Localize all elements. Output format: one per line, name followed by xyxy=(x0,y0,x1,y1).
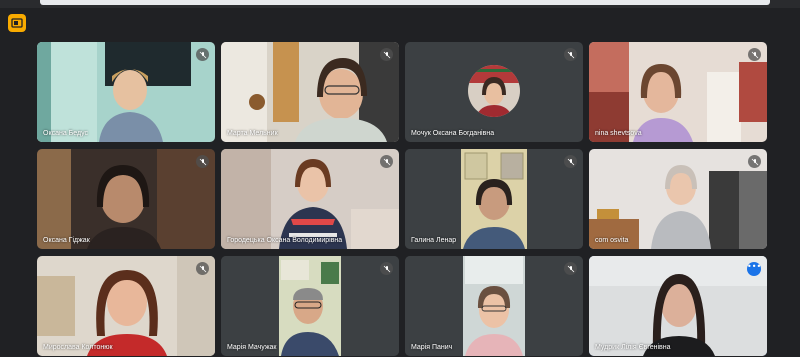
participant-video xyxy=(37,149,215,249)
participant-video xyxy=(405,256,583,356)
mic-off-icon xyxy=(196,155,209,168)
more-options-icon[interactable]: ••• xyxy=(747,262,761,276)
participant-name: Марта Мельник xyxy=(227,130,278,137)
mic-off-icon xyxy=(380,262,393,275)
participant-video xyxy=(37,256,215,356)
mic-off-icon xyxy=(564,155,577,168)
participant-tile-active[interactable]: ••• Мудрик Лілія Євгенівна xyxy=(589,256,767,356)
participant-name: com osvita xyxy=(595,237,629,244)
avatar xyxy=(468,65,520,117)
participant-tile[interactable]: nina shevtsova xyxy=(589,42,767,142)
participant-grid: Оксана Бедус Марта Мельник Мочук Оксана … xyxy=(37,42,767,356)
participant-video xyxy=(589,42,767,142)
participant-tile[interactable]: Марія Панич xyxy=(405,256,583,356)
mic-off-icon xyxy=(564,48,577,61)
mic-off-icon xyxy=(196,48,209,61)
participant-name: Оксана Бедус xyxy=(43,130,89,137)
participant-name: Городецька Оксана Володимирівна xyxy=(227,237,343,244)
participant-tile[interactable]: Галина Ленар xyxy=(405,149,583,249)
participant-tile[interactable]: Городецька Оксана Володимирівна xyxy=(221,149,399,249)
participant-video xyxy=(221,256,399,356)
participant-video xyxy=(589,149,767,249)
mic-off-icon xyxy=(380,155,393,168)
participant-video xyxy=(405,149,583,249)
participant-tile[interactable]: Мирослава Колтонюк xyxy=(37,256,215,356)
mic-off-icon xyxy=(748,48,761,61)
participant-name: Мочук Оксана Богданівна xyxy=(411,130,495,137)
participant-name: Оксана Гіджак xyxy=(43,237,90,244)
meeting-info-button[interactable] xyxy=(8,14,26,32)
participant-name: Мирослава Колтонюк xyxy=(43,344,113,351)
participant-video xyxy=(37,42,215,142)
meeting-info-icon xyxy=(11,18,23,28)
browser-top-strip xyxy=(0,0,800,8)
mic-off-icon xyxy=(380,48,393,61)
participant-tile[interactable]: Марія Мачужак xyxy=(221,256,399,356)
participant-tile[interactable]: com osvita xyxy=(589,149,767,249)
participant-video xyxy=(221,42,399,142)
participant-video xyxy=(221,149,399,249)
participant-name: Марія Мачужак xyxy=(227,344,277,351)
mic-off-icon xyxy=(196,262,209,275)
mic-off-icon xyxy=(564,262,577,275)
participant-name: Галина Ленар xyxy=(411,237,457,244)
participant-tile[interactable]: Марта Мельник xyxy=(221,42,399,142)
participant-tile[interactable]: Оксана Бедус xyxy=(37,42,215,142)
participant-name: nina shevtsova xyxy=(595,130,642,137)
mic-off-icon xyxy=(748,155,761,168)
address-bar-edge xyxy=(40,0,770,5)
participant-tile[interactable]: Мочук Оксана Богданівна xyxy=(405,42,583,142)
participant-tile[interactable]: Оксана Гіджак xyxy=(37,149,215,249)
participant-name: Мудрик Лілія Євгенівна xyxy=(595,344,671,351)
participant-name: Марія Панич xyxy=(411,344,453,351)
participant-video xyxy=(589,256,767,356)
